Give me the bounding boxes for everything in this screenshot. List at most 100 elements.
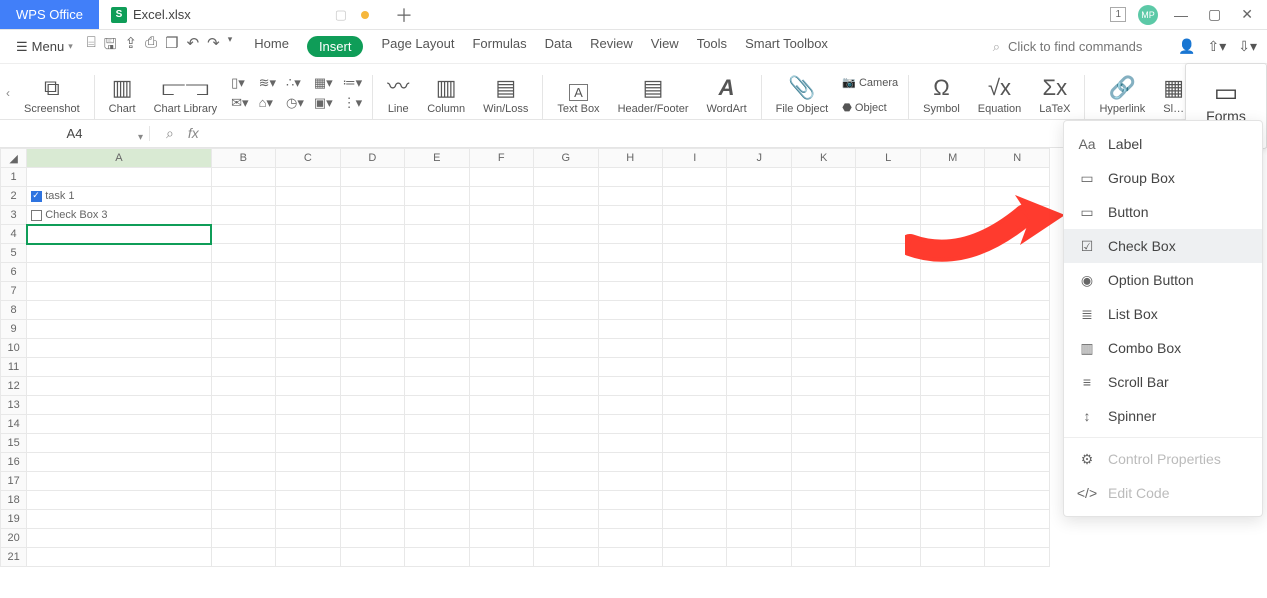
undo-icon[interactable]: ↶ — [187, 34, 200, 59]
cell-N2[interactable] — [985, 187, 1050, 206]
cell-C2[interactable] — [276, 187, 340, 206]
cell-M14[interactable] — [920, 415, 984, 434]
cell-I13[interactable] — [662, 396, 726, 415]
object-button[interactable]: ⬣ Object — [842, 98, 898, 119]
cell-I5[interactable] — [662, 244, 726, 263]
cell-L2[interactable] — [856, 187, 920, 206]
cell-C3[interactable] — [276, 206, 340, 225]
cell-H19[interactable] — [598, 510, 662, 529]
cell-D6[interactable] — [340, 263, 404, 282]
cell-C12[interactable] — [276, 377, 340, 396]
cell-I11[interactable] — [662, 358, 726, 377]
cell-F19[interactable] — [469, 510, 533, 529]
cell-F21[interactable] — [469, 548, 533, 567]
cell-C1[interactable] — [276, 168, 340, 187]
cell-N13[interactable] — [985, 396, 1050, 415]
cell-K6[interactable] — [791, 263, 855, 282]
cell-K14[interactable] — [791, 415, 855, 434]
cell-H5[interactable] — [598, 244, 662, 263]
cell-J4[interactable] — [727, 225, 791, 244]
shapes-icon[interactable]: ▣▾ — [314, 95, 333, 111]
cell-D13[interactable] — [340, 396, 404, 415]
cell-N8[interactable] — [985, 301, 1050, 320]
row-header-7[interactable]: 7 — [1, 282, 27, 301]
cell-B7[interactable] — [211, 282, 275, 301]
tab-formulas[interactable]: Formulas — [472, 36, 526, 57]
row-header-5[interactable]: 5 — [1, 244, 27, 263]
ribbon-scroll-left[interactable]: ‹ — [6, 86, 14, 100]
row-header-11[interactable]: 11 — [1, 358, 27, 377]
minimize-button[interactable]: — — [1170, 7, 1192, 23]
cell-J18[interactable] — [727, 491, 791, 510]
cell-H15[interactable] — [598, 434, 662, 453]
cell-H16[interactable] — [598, 453, 662, 472]
cell-H20[interactable] — [598, 529, 662, 548]
cell-A7[interactable] — [27, 282, 211, 301]
fx-icon[interactable]: fx — [188, 125, 199, 142]
cell-F14[interactable] — [469, 415, 533, 434]
cell-J3[interactable] — [727, 206, 791, 225]
cell-I2[interactable] — [662, 187, 726, 206]
menu-button[interactable]: ☰ Menu ▾ — [10, 35, 79, 59]
cell-B10[interactable] — [211, 339, 275, 358]
cell-L15[interactable] — [856, 434, 920, 453]
cell-G20[interactable] — [534, 529, 598, 548]
cell-A21[interactable] — [27, 548, 211, 567]
column-header-N[interactable]: N — [985, 149, 1050, 168]
cell-G2[interactable] — [534, 187, 598, 206]
cell-D10[interactable] — [340, 339, 404, 358]
bar-chart-icon[interactable]: ▯▾ — [231, 75, 248, 91]
row-header-16[interactable]: 16 — [1, 453, 27, 472]
cell-K9[interactable] — [791, 320, 855, 339]
tab-tools[interactable]: Tools — [697, 36, 727, 57]
open-icon[interactable]: ⌸ — [87, 34, 96, 59]
cell-L20[interactable] — [856, 529, 920, 548]
wordart-button[interactable]: A WordArt — [699, 75, 755, 119]
forms-menu-check-box[interactable]: ☑Check Box — [1064, 229, 1262, 263]
cell-A19[interactable] — [27, 510, 211, 529]
cell-G6[interactable] — [534, 263, 598, 282]
share-icon[interactable]: ⇧▾ — [1207, 38, 1226, 55]
cell-B17[interactable] — [211, 472, 275, 491]
cell-D12[interactable] — [340, 377, 404, 396]
row-header-10[interactable]: 10 — [1, 339, 27, 358]
row-header-15[interactable]: 15 — [1, 434, 27, 453]
cell-M1[interactable] — [920, 168, 984, 187]
tab-home[interactable]: Home — [254, 36, 289, 57]
cell-J11[interactable] — [727, 358, 791, 377]
redo-icon[interactable]: ↷ — [207, 34, 220, 59]
cell-A16[interactable] — [27, 453, 211, 472]
cell-D16[interactable] — [340, 453, 404, 472]
column-spark-button[interactable]: ▥ Column — [419, 75, 473, 119]
envelope-icon[interactable]: ✉▾ — [231, 95, 248, 111]
cell-G13[interactable] — [534, 396, 598, 415]
tab-data[interactable]: Data — [545, 36, 572, 57]
cell-K4[interactable] — [791, 225, 855, 244]
row-header-2[interactable]: 2 — [1, 187, 27, 206]
row-header-21[interactable]: 21 — [1, 548, 27, 567]
cell-I20[interactable] — [662, 529, 726, 548]
cell-M6[interactable] — [920, 263, 984, 282]
new-tab-button[interactable]: ＋ — [381, 2, 427, 28]
cell-L7[interactable] — [856, 282, 920, 301]
cell-H1[interactable] — [598, 168, 662, 187]
cell-J19[interactable] — [727, 510, 791, 529]
column-header-A[interactable]: A — [27, 149, 211, 168]
cell-B13[interactable] — [211, 396, 275, 415]
equation-button[interactable]: √x Equation — [970, 75, 1029, 119]
cell-K12[interactable] — [791, 377, 855, 396]
cell-C9[interactable] — [276, 320, 340, 339]
cell-J16[interactable] — [727, 453, 791, 472]
cell-B20[interactable] — [211, 529, 275, 548]
print-preview-icon[interactable]: ❐ — [165, 34, 178, 59]
cell-I17[interactable] — [662, 472, 726, 491]
cell-N1[interactable] — [985, 168, 1050, 187]
cell-K5[interactable] — [791, 244, 855, 263]
cell-G15[interactable] — [534, 434, 598, 453]
cell-C14[interactable] — [276, 415, 340, 434]
cell-C4[interactable] — [276, 225, 340, 244]
column-header-H[interactable]: H — [598, 149, 662, 168]
cell-H6[interactable] — [598, 263, 662, 282]
cell-C15[interactable] — [276, 434, 340, 453]
cell-D5[interactable] — [340, 244, 404, 263]
